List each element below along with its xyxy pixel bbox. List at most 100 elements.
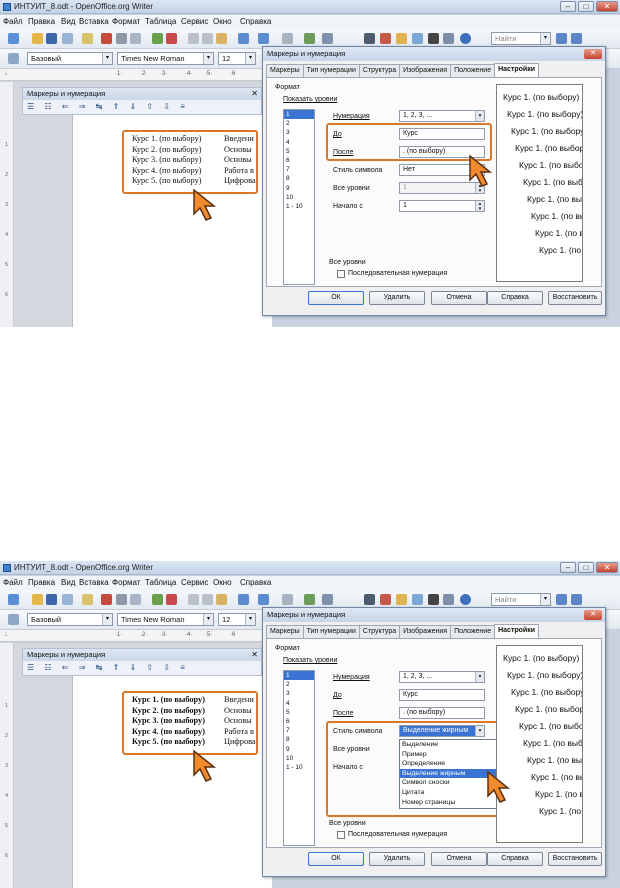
numbering-tool-icons[interactable]: ☰ ☷ ⇐ ⇒ ↹ ⇑ ⇓ ⇧ ⇩ ≡ [27,102,189,111]
find-input[interactable]: Найти ▾ [491,32,551,45]
hyperlink-icon[interactable] [304,33,315,44]
paste-icon[interactable] [216,594,227,605]
new-icon[interactable] [8,594,19,605]
ok-button[interactable]: ОК [308,291,364,305]
format-paint-icon[interactable] [238,594,249,605]
menu-window[interactable]: Окно [213,17,232,26]
delete-button[interactable]: Удалить [369,291,425,305]
menu-format[interactable]: Формат [112,578,140,587]
consecutive-numbering-checkbox[interactable] [337,270,345,278]
email-icon[interactable] [62,33,73,44]
new-icon[interactable] [8,33,19,44]
undo-icon[interactable] [258,33,269,44]
datasource-icon[interactable] [412,33,423,44]
level-item[interactable]: 1 - 10 [284,202,314,211]
find-input[interactable]: Найти ▾ [491,593,551,606]
font-name-select[interactable]: Times New Roman ▾ [117,613,214,626]
level-item[interactable]: 6 [284,156,314,165]
numbered-list[interactable]: Курс 1. (по выбору) Введени Курс 2. (по в… [122,130,258,194]
nonprint-chars-icon[interactable] [428,33,439,44]
reset-button[interactable]: Восстановить [548,291,602,305]
minimize-button[interactable]: – [560,562,576,573]
font-size-select[interactable]: 12 ▾ [218,52,256,65]
tab-numbering-type[interactable]: Тип нумерации [302,64,360,77]
zoom-icon[interactable] [443,594,454,605]
maximize-button[interactable]: □ [578,562,594,573]
level-item[interactable]: 9 [284,184,314,193]
print-icon[interactable] [116,594,127,605]
tab-graphics[interactable]: Изображения [399,625,452,638]
level-item[interactable]: 8 [284,735,314,744]
numbering-tool-icons[interactable]: ☰ ☷ ⇐ ⇒ ↹ ⇑ ⇓ ⇧ ⇩ ≡ [27,663,189,672]
undo-icon[interactable] [258,594,269,605]
cut-icon[interactable] [188,594,199,605]
table-icon[interactable] [322,33,333,44]
before-input[interactable]: Курс [399,689,485,701]
find-prev-icon[interactable] [571,594,582,605]
level-item[interactable]: 1 [284,671,314,681]
char-style-select[interactable]: Выделение жирным ▾ [399,725,485,737]
level-item[interactable]: 7 [284,726,314,735]
numbering-select[interactable]: 1, 2, 3, ... ▾ [399,671,485,683]
menu-format[interactable]: Формат [112,17,140,26]
edit-icon[interactable] [82,594,93,605]
menu-help[interactable]: Справка [240,17,271,26]
tab-numbering-type[interactable]: Тип нумерации [302,625,360,638]
spellcheck-icon[interactable] [152,594,163,605]
save-icon[interactable] [46,33,57,44]
preview-icon[interactable] [130,33,141,44]
paragraph-style-select[interactable]: Базовый ▾ [27,613,113,626]
level-item[interactable]: 3 [284,128,314,137]
level-item[interactable]: 2 [284,119,314,128]
open-icon[interactable] [32,33,43,44]
levels-list[interactable]: 1 2 3 4 5 6 7 8 9 10 1 - 10 [283,109,315,285]
cut-icon[interactable] [188,33,199,44]
help-button[interactable]: Справка [487,291,543,305]
tab-options[interactable]: Настройки [494,624,540,638]
print-icon[interactable] [116,33,127,44]
consecutive-numbering-checkbox[interactable] [337,831,345,839]
level-item[interactable]: 4 [284,699,314,708]
level-item[interactable]: 1 - 10 [284,763,314,772]
menu-view[interactable]: Вид [61,17,75,26]
minimize-button[interactable]: – [560,1,576,12]
close-button[interactable]: ✕ [596,562,618,573]
navigator-icon[interactable] [380,33,391,44]
menu-edit[interactable]: Правка [28,578,55,587]
help-icon[interactable] [460,33,471,44]
level-item[interactable]: 7 [284,165,314,174]
maximize-button[interactable]: □ [578,1,594,12]
find-next-icon[interactable] [556,33,567,44]
font-name-select[interactable]: Times New Roman ▾ [117,52,214,65]
level-item[interactable]: 4 [284,138,314,147]
level-item[interactable]: 1 [284,110,314,120]
tab-outline[interactable]: Структура [358,64,401,77]
panel-close-icon[interactable]: ✕ [251,88,258,100]
spellcheck-icon[interactable] [152,33,163,44]
save-icon[interactable] [46,594,57,605]
menu-table[interactable]: Таблица [145,17,176,26]
format-paint-icon[interactable] [238,33,249,44]
menu-table[interactable]: Таблица [145,578,176,587]
pdf-icon[interactable] [101,33,112,44]
find-replace-icon[interactable] [364,594,375,605]
gallery-icon[interactable] [396,594,407,605]
dialog-close-button[interactable]: ✕ [584,610,602,620]
nonprint-chars-icon[interactable] [428,594,439,605]
tab-graphics[interactable]: Изображения [399,64,452,77]
menu-insert[interactable]: Вставка [79,578,109,587]
level-item[interactable]: 2 [284,680,314,689]
tab-bullets[interactable]: Маркеры [266,625,304,638]
after-input[interactable]: . (по выбору) [399,707,485,719]
tab-options[interactable]: Настройки [494,63,540,77]
email-icon[interactable] [62,594,73,605]
redo-icon[interactable] [282,33,293,44]
menu-view[interactable]: Вид [61,578,75,587]
menu-file[interactable]: Файл [3,578,23,587]
level-item[interactable]: 10 [284,193,314,202]
tab-position[interactable]: Положение [450,625,496,638]
paragraph-style-select[interactable]: Базовый ▾ [27,52,113,65]
menu-tools[interactable]: Сервис [181,17,208,26]
menu-edit[interactable]: Правка [28,17,55,26]
level-item[interactable]: 9 [284,745,314,754]
